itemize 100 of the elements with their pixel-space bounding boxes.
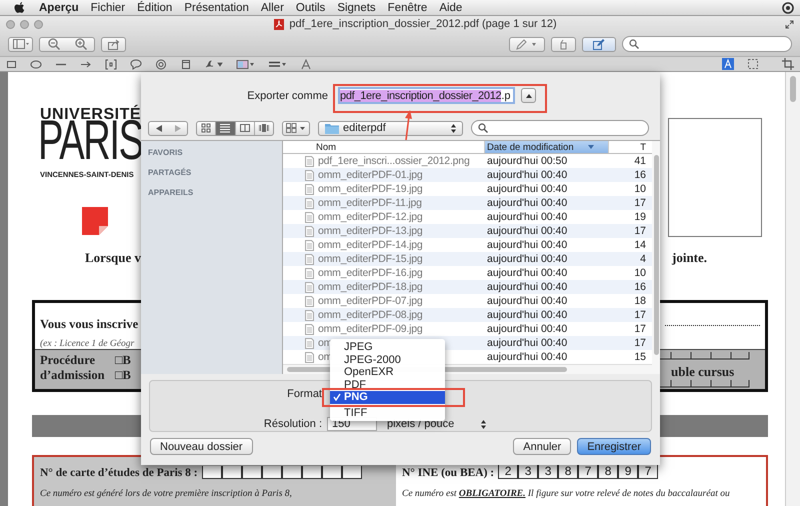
column-view-icon: [240, 123, 250, 134]
menu-item[interactable]: Aperçu: [39, 2, 79, 14]
pen-icon: [516, 38, 538, 50]
cancel-button[interactable]: Annuler: [513, 438, 572, 456]
crop-icon[interactable]: [782, 58, 794, 70]
menu-item[interactable]: JPEG-2000: [330, 354, 445, 366]
line-weight-icon[interactable]: [268, 58, 287, 70]
file-icon: [305, 254, 314, 265]
markup-button[interactable]: [582, 36, 616, 52]
field-label: N° de carte d’études de Paris 8 :: [40, 467, 198, 479]
table-cell-text: 14: [633, 239, 647, 252]
scroll-thumb[interactable]: [790, 76, 796, 102]
rotate-button[interactable]: [551, 36, 576, 52]
digit-box: [282, 466, 302, 479]
stepper-icon[interactable]: [481, 420, 486, 429]
rect-selection-icon[interactable]: [747, 58, 759, 70]
menu-item[interactable]: TIFF: [330, 406, 445, 419]
file-icon: [305, 324, 314, 335]
fullscreen-icon[interactable]: [785, 20, 794, 28]
color-picker-icon[interactable]: [236, 58, 255, 70]
rectangle-icon[interactable]: [6, 58, 17, 70]
signature-icon[interactable]: [205, 58, 223, 70]
arrange-button[interactable]: [282, 120, 310, 136]
column-header[interactable]: Date de modification: [485, 141, 609, 154]
file-icon: [305, 212, 314, 223]
table-cell-text: 10: [633, 267, 647, 280]
sidebar-button[interactable]: [8, 36, 33, 52]
table-cell-text: 17: [633, 337, 647, 350]
view-mode-tab[interactable]: [216, 122, 236, 135]
menu-item[interactable]: OpenEXR: [330, 366, 445, 378]
document-text: jointe.: [672, 250, 708, 266]
document-text: (ex : Licence 1 de Géogr: [40, 339, 134, 349]
digit-box: [242, 466, 262, 479]
menu-item[interactable]: Fichier: [90, 2, 126, 14]
text-style-icon[interactable]: [300, 58, 312, 70]
zoom-buttons[interactable]: [39, 36, 95, 52]
checkmark-icon: [333, 393, 341, 402]
file-name: omm_editerPDF-07.jpg: [318, 295, 423, 308]
pen-button[interactable]: [509, 36, 545, 52]
menu-item[interactable]: Aller: [260, 2, 284, 14]
file-icon: [305, 240, 314, 251]
file-icon: [305, 310, 314, 321]
field-label: Résolution :: [262, 418, 322, 430]
file-icon: [305, 198, 314, 209]
menu-item[interactable]: Édition: [137, 2, 172, 14]
save-button[interactable]: Enregistrer: [577, 438, 651, 456]
menu-item[interactable]: Présentation: [184, 2, 249, 14]
apple-logo-icon[interactable]: [14, 1, 25, 14]
stepper-icon: [451, 124, 456, 133]
text-selection-icon[interactable]: [722, 58, 734, 70]
digit-box: [222, 466, 242, 479]
unit-popup[interactable]: pixels / pouce: [387, 418, 477, 430]
table-cell-text: 17: [633, 197, 647, 210]
search-field[interactable]: [471, 120, 649, 136]
file-icon: [305, 338, 314, 349]
document-text: uble cursus: [671, 364, 734, 380]
share-button[interactable]: [101, 36, 126, 52]
speech-bubble-icon[interactable]: [130, 58, 142, 70]
scroll-bar[interactable]: [785, 72, 800, 506]
file-icon: [305, 170, 314, 181]
menu-item[interactable]: JPEG: [330, 341, 445, 354]
scroll-thumb[interactable]: [654, 155, 658, 356]
file-name: omm_editerPDF-09.jpg: [318, 323, 423, 336]
zoom-in-icon[interactable]: [74, 38, 86, 50]
document-text: Procédure d’admission: [40, 353, 106, 383]
column-header[interactable]: T: [609, 141, 652, 154]
location-popup[interactable]: editerpdf: [318, 120, 463, 136]
search-field[interactable]: [622, 36, 792, 52]
grid-caret-icon: [286, 123, 306, 134]
file-icon: [305, 184, 314, 195]
menu-item[interactable]: PNG: [330, 391, 445, 404]
checkbox-option: □B: [115, 353, 131, 368]
oval-icon[interactable]: [30, 58, 42, 70]
table-cell-text: aujourd'hui 00:40: [486, 267, 568, 280]
menu-item[interactable]: Signets: [337, 2, 376, 14]
zoom-out-icon[interactable]: [48, 38, 60, 50]
back-icon[interactable]: [156, 124, 162, 132]
table-cell-text: aujourd'hui 00:40: [486, 295, 568, 308]
scroll-bar[interactable]: [652, 141, 660, 374]
menu-item[interactable]: Fenêtre: [388, 2, 428, 14]
menu-item[interactable]: PDF: [330, 378, 445, 391]
status-icon[interactable]: [782, 2, 794, 14]
arrow-icon[interactable]: [80, 58, 92, 70]
menu-item[interactable]: Aide: [439, 2, 462, 14]
file-icon: [305, 226, 314, 237]
menu-item[interactable]: Outils: [296, 2, 326, 14]
file-icon: [305, 296, 314, 307]
document-text: Ce numéro est généré lors de votre première inscription à Paris 8,: [40, 489, 293, 499]
bracket-icon[interactable]: [105, 58, 117, 70]
document-text: Ce numéro est OBLIGATOIRE. Il figure sur votre relevé de notes du baccalauréat ou: [402, 489, 731, 499]
navigation-buttons[interactable]: [148, 120, 188, 136]
note-icon[interactable]: [180, 58, 192, 70]
file-name: omm_editerPDF-01.jpg: [318, 169, 423, 182]
table-cell-text: aujourd'hui 00:40: [486, 281, 568, 294]
collapse-button[interactable]: [521, 88, 536, 104]
view-mode-control[interactable]: [196, 120, 274, 136]
new-folder-button[interactable]: Nouveau dossier: [150, 438, 253, 456]
digit-box: [202, 466, 222, 479]
cover-flow-icon: [258, 123, 269, 134]
filename-field[interactable]: pdf_1ere_inscription_dossier_2012.p: [338, 87, 515, 104]
